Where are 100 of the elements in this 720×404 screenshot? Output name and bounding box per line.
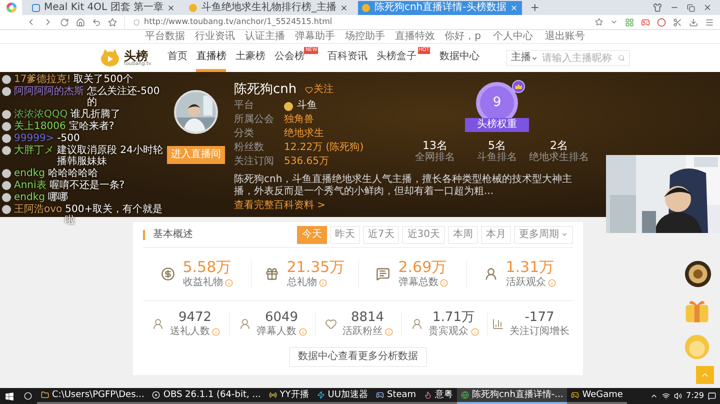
- skin-icon[interactable]: [653, 3, 662, 12]
- field-value: 12.22万 (陈死狗): [284, 143, 364, 153]
- close-icon[interactable]: [167, 4, 176, 12]
- period-tab[interactable]: 近30天: [402, 226, 445, 244]
- undo-icon[interactable]: [92, 18, 101, 26]
- field-label: 粉丝数: [234, 143, 265, 153]
- volume-icon[interactable]: [674, 392, 682, 400]
- user-link[interactable]: 个人中心: [493, 32, 533, 42]
- close-icon[interactable]: [340, 4, 348, 12]
- stat-value: 2.69万: [398, 260, 448, 275]
- period-tab[interactable]: 昨天: [330, 226, 360, 244]
- scissors-icon[interactable]: [673, 18, 682, 26]
- browser-tab[interactable]: 斗鱼绝地求生礼物排行榜_主播: [185, 1, 352, 15]
- nav-tab[interactable]: 土豪榜: [235, 44, 266, 72]
- chat-username: 阿阿阿阿的杰斯: [14, 86, 84, 97]
- taskbar-item[interactable]: C:\Users\PGFP\Des...: [37, 388, 148, 404]
- field-label: 所属公会: [234, 115, 275, 125]
- wiki-link[interactable]: 查看完整百科资料 >: [234, 201, 594, 211]
- top-link[interactable]: 场控助手: [345, 32, 385, 42]
- chevron-up-icon[interactable]: [650, 392, 658, 400]
- taskbar-item[interactable]: Steam: [372, 388, 420, 404]
- taskbar-item[interactable]: WeGame: [567, 388, 627, 404]
- heart-icon: [304, 86, 313, 94]
- field-value: 斗鱼: [297, 101, 317, 111]
- rank-value: 13名: [422, 140, 448, 151]
- chat-message: 哪哪: [48, 192, 68, 203]
- nav-tab[interactable]: 首页: [167, 44, 188, 72]
- gamepad-icon[interactable]: [641, 18, 650, 26]
- stat-label: 送礼人数: [170, 327, 210, 337]
- nav-tab[interactable]: 百科资讯: [327, 44, 368, 72]
- taskbar-item[interactable]: OBS 26.1.1 (64-bit, ...: [148, 388, 265, 404]
- stat-label: 弹幕人数: [256, 327, 296, 337]
- favicon-icon: [189, 4, 198, 12]
- folder-icon: [41, 391, 49, 399]
- stat-value: 21.35万: [286, 260, 345, 275]
- user-link[interactable]: 你好，p: [444, 32, 481, 42]
- data-center-button[interactable]: 数据中心查看更多分析数据: [289, 347, 427, 367]
- period-tab[interactable]: 本月: [481, 226, 511, 244]
- top-link[interactable]: 平台数据: [145, 32, 185, 42]
- taskbar-item[interactable]: UU加速器: [312, 388, 372, 404]
- person-icon: [484, 267, 498, 281]
- reload-icon[interactable]: [60, 18, 69, 26]
- logo-text: 头榜: [124, 50, 148, 62]
- top-link[interactable]: 弹幕助手: [295, 32, 335, 42]
- star-icon[interactable]: [595, 18, 603, 26]
- period-tab[interactable]: 本周: [448, 226, 478, 244]
- chat-username: 17爹德拉克!: [14, 74, 71, 85]
- top-link[interactable]: 行业资讯: [195, 32, 235, 42]
- search-field[interactable]: 主播 请输入主播昵称: [506, 50, 630, 66]
- top-link[interactable]: 直播特效: [395, 32, 435, 42]
- stat-value: 8814: [350, 311, 384, 324]
- dropdown-icon[interactable]: [610, 18, 618, 26]
- follow-button[interactable]: 关注: [304, 85, 334, 95]
- download-icon[interactable]: [689, 18, 698, 26]
- menu-icon[interactable]: [705, 18, 714, 26]
- user-link[interactable]: 退出账号: [545, 32, 585, 42]
- wifi-icon[interactable]: [662, 392, 670, 400]
- rank-label: 斗鱼排名: [477, 153, 517, 163]
- field-label: 分类: [234, 129, 255, 139]
- scope-dropdown[interactable]: 主播: [511, 53, 538, 63]
- stat-label: 活跃观众: [506, 278, 546, 288]
- disc-icon: [152, 391, 160, 399]
- stat-value: -177: [524, 311, 554, 324]
- chat-username: endkg: [14, 168, 45, 179]
- more-periods-dropdown[interactable]: 更多周期: [514, 226, 573, 244]
- taskbar-item[interactable]: 陈死狗cnh直播详情-...: [457, 388, 568, 404]
- flame-icon: [424, 391, 432, 399]
- period-tab[interactable]: 近7天: [362, 226, 400, 244]
- weight-ribbon: 头榜权重: [465, 118, 529, 132]
- apps-icon[interactable]: [625, 18, 634, 26]
- chat-message: 建议取消原段 24小时轮播韩服妹妹: [57, 145, 164, 167]
- rank-value: 2名: [550, 140, 568, 151]
- message-icon: [376, 267, 390, 281]
- notification-icon[interactable]: [708, 392, 716, 400]
- gift-box-icon[interactable]: [684, 298, 710, 324]
- field-value: 536.65万: [284, 157, 329, 167]
- top-link[interactable]: 认证主播: [245, 32, 285, 42]
- restore-icon[interactable]: [687, 4, 695, 12]
- chat-message: 喔唷不还是一条?: [49, 180, 125, 191]
- extension-icon[interactable]: [657, 18, 666, 26]
- section-title: 基本概述: [143, 230, 193, 240]
- favicon-icon: [362, 4, 370, 12]
- platform-icon: [284, 102, 293, 110]
- medal-icon[interactable]: [684, 260, 712, 288]
- stat-value: 5.58万: [182, 260, 232, 275]
- field-value: 绝地求生: [284, 129, 324, 139]
- nav-tab[interactable]: 数据中心: [439, 44, 480, 72]
- streamer-name: 陈死狗cnh: [234, 82, 297, 98]
- start-icon[interactable]: [5, 392, 14, 400]
- field-value: 独角兽: [284, 115, 314, 125]
- new-tab-button[interactable]: +: [530, 1, 540, 15]
- browser-tab[interactable]: Meal Kit 4OL 团套 第一章: [28, 1, 180, 15]
- home-icon[interactable]: [76, 18, 85, 26]
- close-icon[interactable]: [703, 3, 712, 12]
- rank-value: 5名: [488, 140, 506, 151]
- chat-username: 关上18006: [14, 121, 66, 132]
- bookmark-icon[interactable]: [108, 18, 117, 26]
- taskbar-item[interactable]: YY开播: [264, 388, 313, 404]
- chat-username: 99999>: [14, 133, 54, 144]
- shield-icon[interactable]: [133, 18, 140, 26]
